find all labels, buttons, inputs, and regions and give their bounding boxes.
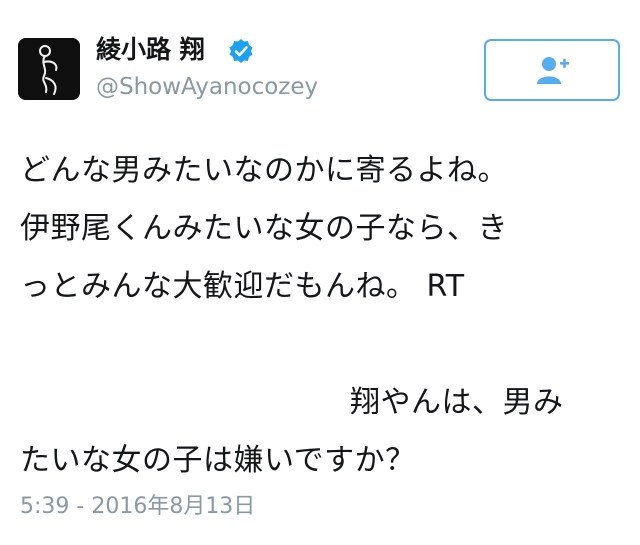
- add-user-icon: [537, 57, 569, 84]
- tweet-line: どんな男みたいなのかに寄るよね。: [20, 153, 508, 188]
- follow-button[interactable]: [484, 39, 620, 101]
- silhouette-figure-avatar-icon: [18, 38, 80, 100]
- tweet-card: 綾小路 翔 @ShowAyanocozey どんな男みたいなのかに寄るよね。 伊…: [0, 0, 640, 545]
- tweet-text: どんな男みたいなのかに寄るよね。 伊野尾くんみたいな女の子なら、き っとみんな大…: [20, 142, 624, 490]
- avatar[interactable]: [18, 38, 80, 100]
- display-name[interactable]: 綾小路 翔: [96, 34, 205, 66]
- tweet-line: たいな女の子は嫌いですか？: [20, 443, 416, 478]
- user-handle[interactable]: @ShowAyanocozey: [96, 72, 318, 102]
- tweet-line: っとみんな大歓迎だもんね。 RT: [20, 269, 465, 304]
- tweet-timestamp[interactable]: 5:39 - 2016年8月13日: [20, 492, 255, 522]
- tweet-line: 翔やんは、男み: [350, 385, 564, 420]
- tweet-line: 伊野尾くんみたいな女の子なら、き: [20, 211, 508, 246]
- verified-badge-icon: [229, 39, 253, 63]
